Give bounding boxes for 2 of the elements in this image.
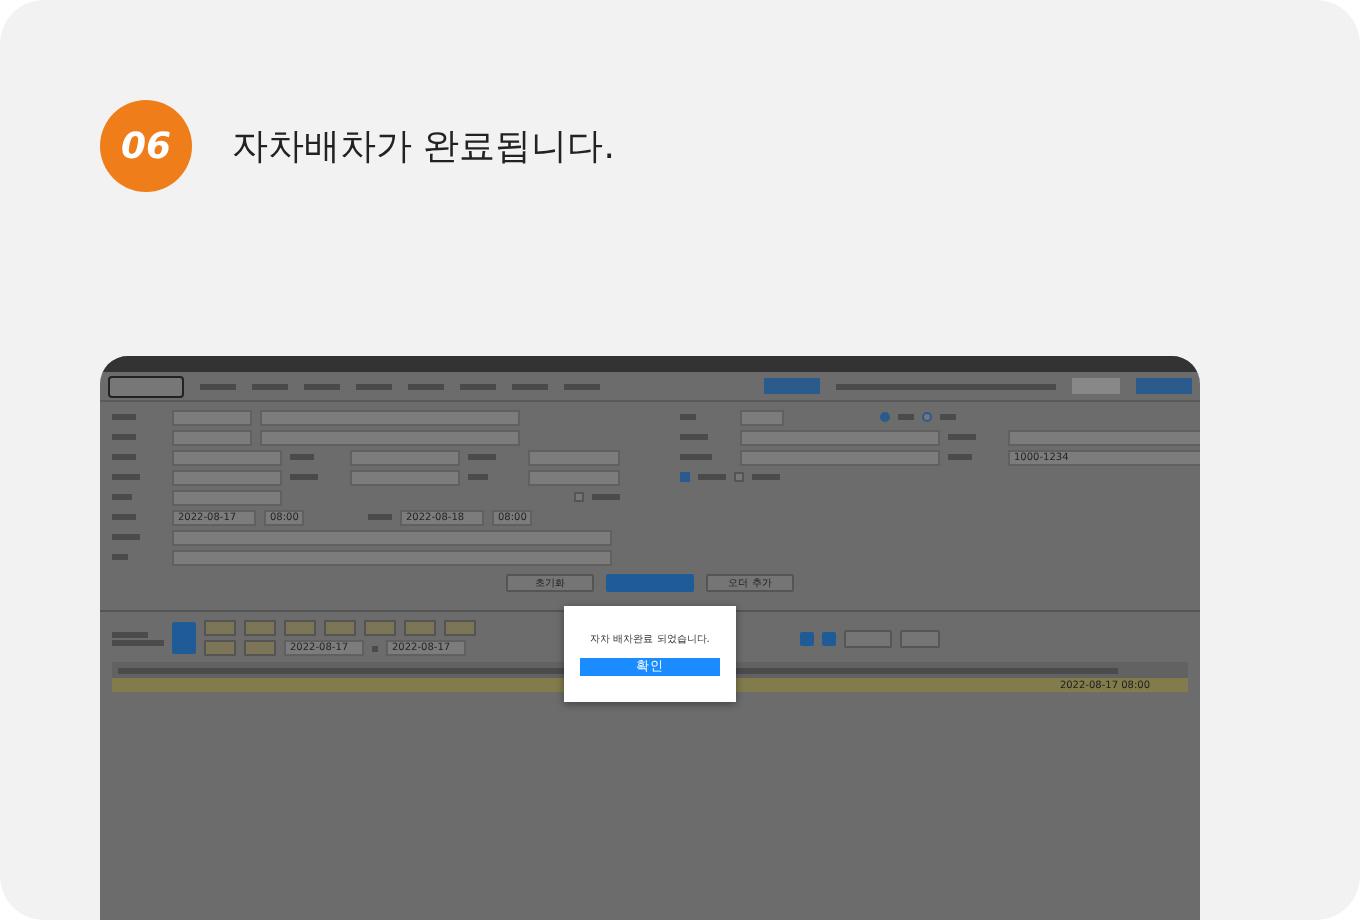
step-number-badge: 06	[100, 100, 192, 192]
step-title: 자차배차가 완료됩니다.	[232, 124, 615, 170]
